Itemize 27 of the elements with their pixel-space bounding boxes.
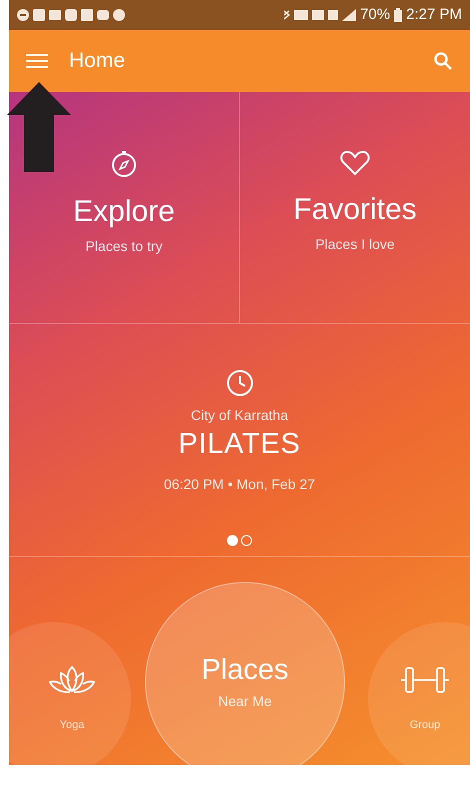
circle-label: Near Me — [218, 692, 272, 710]
clock-time: 2:27 PM — [406, 4, 462, 25]
tile-title: Explore — [73, 194, 175, 230]
event-title: PILATES — [178, 427, 301, 462]
tile-subtitle: Places to try — [85, 237, 163, 256]
event-time: 06:20 PM • Mon, Feb 27 — [164, 475, 316, 494]
battery-icon — [394, 8, 402, 22]
battery-percent: 70% — [360, 4, 390, 25]
circle-label: Group — [410, 718, 440, 733]
menu-icon — [26, 53, 48, 69]
tile-subtitle: Places I love — [315, 235, 395, 254]
dumbbell-icon — [400, 664, 450, 695]
circle-label: Yoga — [60, 718, 84, 733]
do-not-disturb-icon — [17, 9, 29, 21]
heart-icon — [340, 150, 370, 176]
clock-icon — [226, 369, 254, 397]
category-tile[interactable]: Favorites Places I love — [240, 92, 470, 323]
signal-icon — [342, 9, 356, 21]
screen-title: Home — [69, 48, 126, 74]
search-icon — [434, 52, 452, 70]
event-location: City of Karratha — [190, 406, 288, 425]
compass-icon — [110, 150, 138, 178]
lotus-icon — [48, 664, 96, 695]
tile-title: Favorites — [293, 192, 417, 228]
bluetooth-icon — [284, 10, 290, 20]
circle-title: Places — [201, 652, 289, 686]
search-button[interactable] — [432, 50, 454, 72]
